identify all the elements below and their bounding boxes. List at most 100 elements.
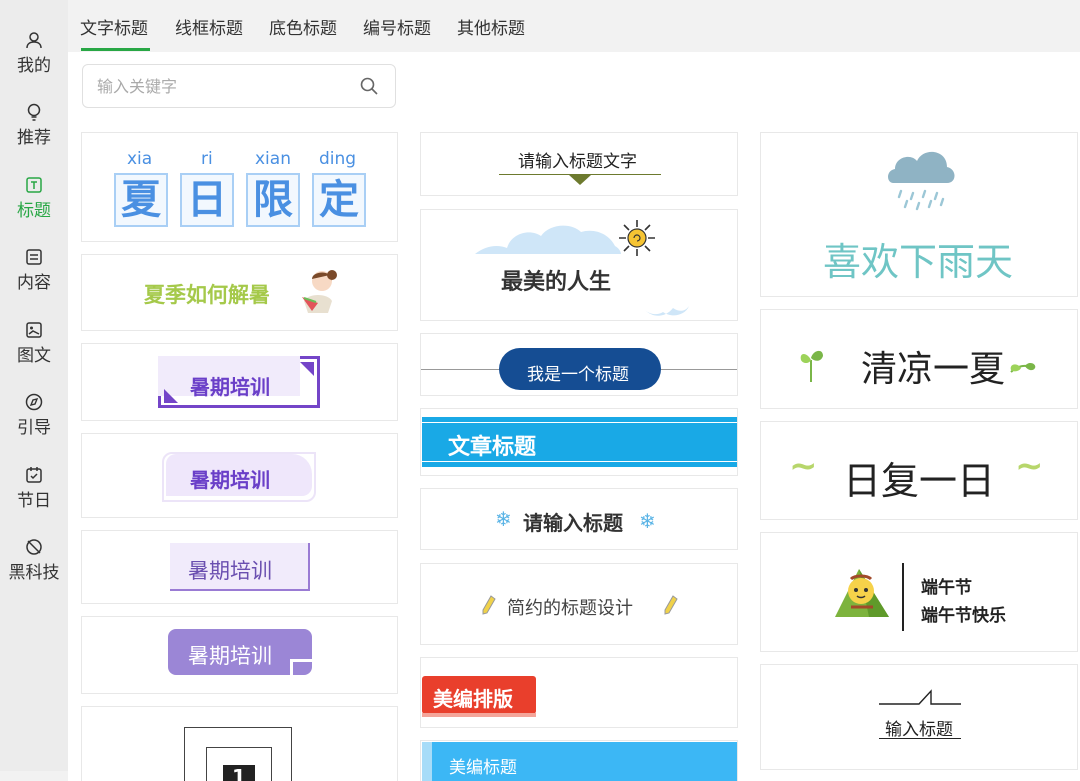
sidebar: 我的 推荐 标题 内容 图文 引导 节日 黑科技 (0, 0, 68, 771)
title-template-card[interactable]: 文章标题 (420, 408, 738, 476)
compass-icon (25, 393, 43, 411)
card-title-text: 暑期培训 (188, 559, 272, 583)
calendar-icon (26, 467, 42, 483)
search-input[interactable] (97, 75, 357, 97)
title-template-card[interactable]: 1 (81, 706, 398, 781)
underline (879, 738, 961, 739)
pinyin-label: ding (319, 149, 357, 169)
card-title-text: 暑期培训 (188, 644, 272, 668)
wave-icon (645, 306, 689, 316)
title-template-card[interactable]: ~ 日复一日 ~ (760, 421, 1078, 520)
title-template-card[interactable]: 暑期培训 (81, 616, 398, 694)
title-template-card[interactable]: 清凉一夏 (760, 309, 1078, 409)
corner-triangle-icon (300, 362, 314, 376)
char-box: 定 (312, 173, 366, 227)
title-template-card[interactable]: 端午节 端午节快乐 (760, 532, 1078, 652)
lightbulb-icon (27, 103, 41, 121)
tab-background-title[interactable]: 底色标题 (269, 14, 337, 39)
sidebar-item-tech[interactable]: 黑科技 (0, 527, 68, 587)
card-title-text: 清凉一夏 (861, 349, 1006, 390)
sidebar-item-festival[interactable]: 节日 (0, 455, 68, 515)
char-box: 夏 (114, 173, 168, 227)
sidebar-item-label: 推荐 (17, 128, 51, 148)
vertical-divider (902, 563, 904, 631)
tilde-decoration: ~ (1015, 446, 1044, 486)
card-subtitle-text: 端午节快乐 (921, 606, 1006, 626)
title-template-card[interactable]: 美编排版 (420, 657, 738, 728)
sidebar-item-label: 内容 (17, 273, 51, 293)
snowflake-icon: ❄ (495, 507, 512, 531)
sidebar-item-label: 图文 (17, 346, 51, 366)
card-title-text: 请输入标题 (523, 511, 623, 535)
triangle-pointer-icon (569, 175, 591, 185)
tab-other-title[interactable]: 其他标题 (457, 14, 525, 39)
pinyin-label: xian (255, 149, 291, 169)
sprout-icon (800, 350, 823, 382)
tilde-decoration: ~ (789, 446, 818, 486)
number-badge: 1 (223, 765, 255, 781)
title-template-card[interactable]: 夏季如何解暑 (81, 254, 398, 331)
card-title-text: 日复一日 (843, 459, 996, 503)
card-title-text: 我是一个标题 (527, 365, 629, 385)
sidebar-item-image-text[interactable]: 图文 (0, 310, 68, 370)
sidebar-item-label: 引导 (17, 418, 51, 438)
title-template-card[interactable]: 简约的标题设计 (420, 563, 738, 645)
char-box: 限 (246, 173, 300, 227)
document-icon (26, 249, 42, 265)
sidebar-item-label: 黑科技 (8, 563, 60, 583)
title-template-card[interactable]: xia ri xian ding 夏 日 限 定 (81, 132, 398, 242)
sidebar-item-recommend[interactable]: 推荐 (0, 92, 68, 152)
card-title-text: 简约的标题设计 (507, 598, 633, 619)
rain-cloud-icon (888, 151, 955, 211)
title-template-card[interactable]: 最美的人生 (420, 209, 738, 321)
sidebar-item-title[interactable]: 标题 (0, 165, 68, 225)
tab-text-title[interactable]: 文字标题 (80, 14, 148, 39)
search-icon[interactable] (359, 76, 379, 96)
tab-bar: 文字标题 线框标题 底色标题 编号标题 其他标题 (68, 0, 1080, 52)
title-template-card[interactable]: 暑期培训 (81, 530, 398, 604)
active-tab-indicator (81, 48, 150, 51)
title-template-card[interactable]: 我是一个标题 (420, 333, 738, 396)
banner-stripe (422, 461, 737, 462)
banner-stripe (422, 422, 737, 423)
title-template-card[interactable]: ❄ 请输入标题 ❄ (420, 488, 738, 550)
char-box: 日 (180, 173, 234, 227)
sidebar-item-guide[interactable]: 引导 (0, 382, 68, 442)
pinyin-label: xia (127, 149, 153, 169)
tech-icon (26, 539, 42, 555)
pencil-icon (482, 595, 496, 615)
tab-number-title[interactable]: 编号标题 (363, 14, 431, 39)
card-title-text: 喜欢下雨天 (823, 240, 1014, 284)
title-template-card[interactable]: 喜欢下雨天 (760, 132, 1078, 297)
title-template-card[interactable]: 暑期培训 (81, 343, 398, 421)
sun-icon (619, 220, 655, 256)
card-title-text: 夏季如何解暑 (144, 283, 270, 307)
card-title-text: 最美的人生 (501, 270, 612, 295)
title-template-card[interactable]: 输入标题 (760, 664, 1078, 770)
card-title-text: 端午节 (921, 578, 972, 598)
card-title-text: 美编排版 (433, 687, 513, 711)
card-title-text: 输入标题 (885, 720, 953, 740)
snowflake-icon: ❄ (639, 509, 656, 533)
title-template-card[interactable]: 美编标题 (420, 740, 738, 781)
sidebar-item-label: 节日 (17, 491, 51, 511)
user-icon (26, 32, 42, 49)
sidebar-item-mine[interactable]: 我的 (0, 20, 68, 80)
pencil-icon (664, 595, 678, 615)
card-title-text: 暑期培训 (190, 375, 270, 399)
sidebar-item-label: 标题 (17, 201, 51, 221)
pinyin-label: ri (201, 149, 213, 169)
sidebar-item-label: 我的 (17, 56, 51, 76)
sidebar-item-content[interactable]: 内容 (0, 237, 68, 297)
label-shadow (422, 713, 536, 717)
title-template-card[interactable]: 暑期培训 (81, 433, 398, 518)
corner-triangle-icon (164, 389, 178, 403)
tab-frame-title[interactable]: 线框标题 (175, 14, 243, 39)
title-icon (26, 177, 42, 193)
card-title-text: 暑期培训 (190, 468, 270, 492)
title-template-card[interactable]: 请输入标题文字 (420, 132, 738, 196)
cloud-icon (475, 225, 621, 254)
image-text-icon (26, 322, 42, 338)
banner-edge (422, 742, 432, 781)
sidebar-footer (0, 771, 68, 781)
